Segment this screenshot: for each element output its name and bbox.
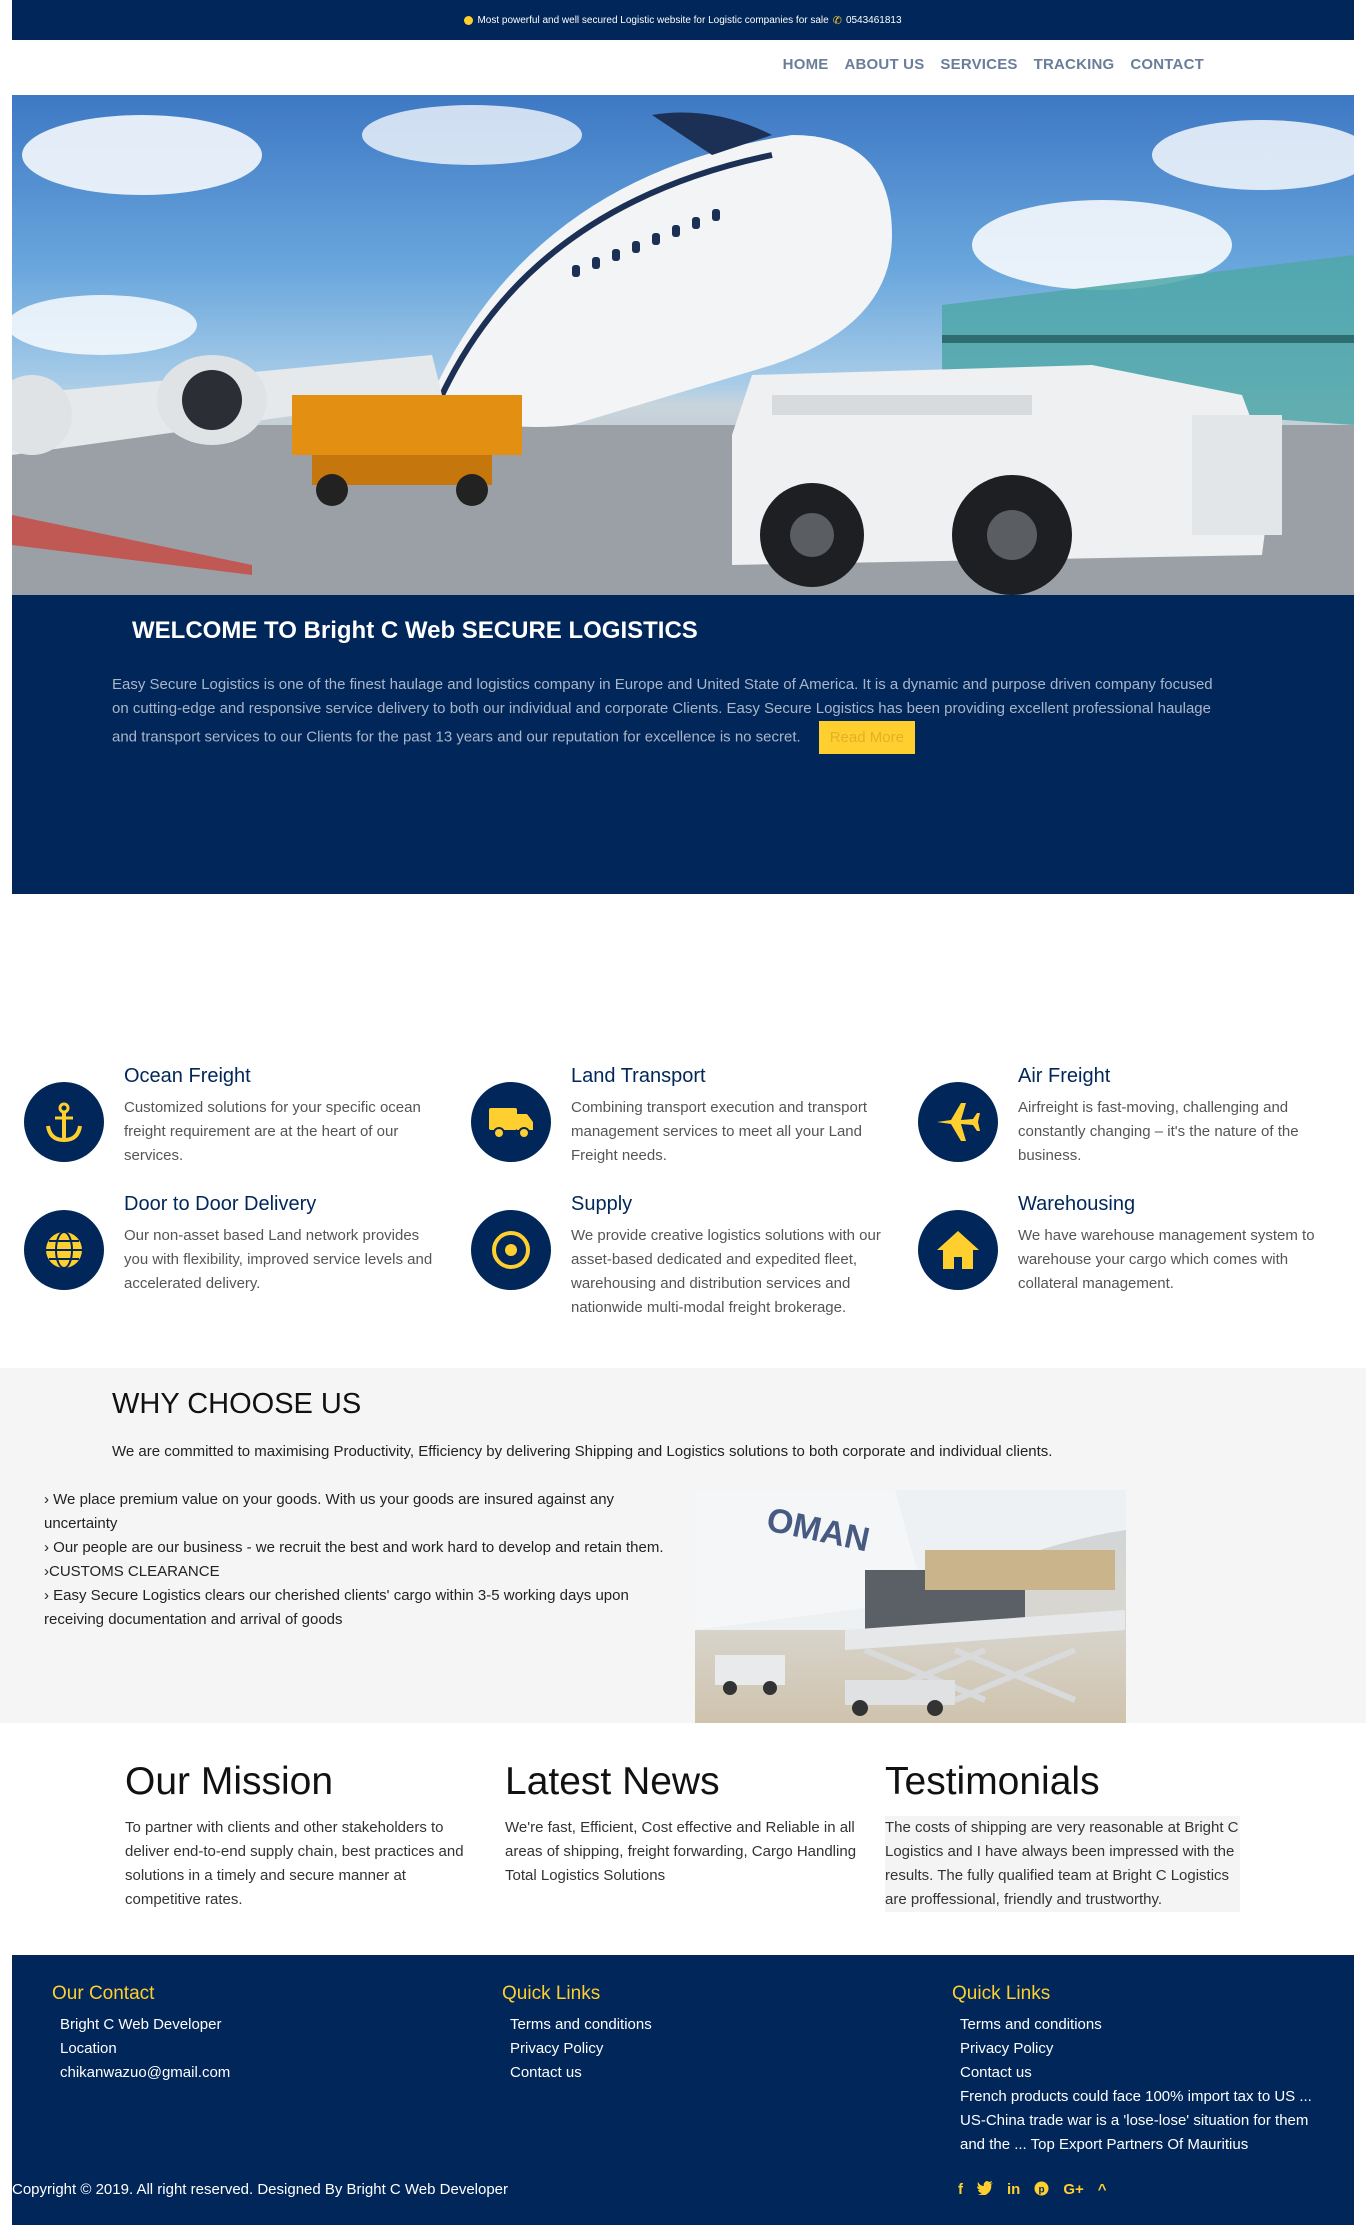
scroll-top-icon[interactable]: ^ [1098, 2181, 1107, 2200]
testimonials-column: Testimonials The costs of shipping are v… [885, 1760, 1240, 1912]
contact-name: Bright C Web Developer [60, 2016, 222, 2033]
service-text: Combining transport execution and transp… [571, 1099, 868, 1164]
news-link[interactable]: US-China trade war is a 'lose-lose' situ… [960, 2109, 1312, 2133]
service-text: Customized solutions for your specific o… [124, 1099, 421, 1164]
read-more-button[interactable]: Read More [818, 721, 915, 754]
welcome-section: WELCOME TO Bright C Web SECURE LOGISTICS… [12, 595, 1354, 894]
contact-us-link[interactable]: Contact us [510, 2061, 652, 2085]
nav-about[interactable]: ABOUT US [844, 56, 924, 73]
welcome-body: Easy Secure Logistics is one of the fine… [112, 676, 1213, 746]
news-column: Latest News We're fast, Efficient, Cost … [505, 1760, 860, 1888]
hero-image [12, 95, 1354, 595]
twitter-icon[interactable] [977, 2181, 993, 2200]
cargo-loading-photo: OMAN [695, 1490, 1126, 1723]
footer-quick-links-2: Quick Links Terms and conditions Privacy… [952, 1983, 1312, 2157]
airport-illustration [12, 105, 1354, 595]
info-icon [464, 15, 474, 25]
why-lead: We are committed to maximising Productiv… [112, 1443, 1053, 1460]
phone-icon: ✆ [832, 14, 842, 27]
main-nav: HOME ABOUT US SERVICES TRACKING CONTACT [783, 56, 1204, 73]
service-title: Door to Door Delivery [124, 1193, 317, 1215]
info-columns: Our Mission To partner with clients and … [0, 1760, 1366, 1955]
chevron-right-icon: › [44, 1539, 49, 1556]
anchor-icon [24, 1082, 104, 1162]
terms-link[interactable]: Terms and conditions [510, 2013, 652, 2037]
service-title: Land Transport [571, 1065, 706, 1087]
service-text: Airfreight is fast-moving, challenging a… [1018, 1099, 1299, 1164]
list-item: ›CUSTOMS CLEARANCE [44, 1563, 220, 1580]
nav-services[interactable]: SERVICES [940, 56, 1017, 73]
list-item: › We place premium value on your goods. … [44, 1491, 615, 1532]
chevron-right-icon: › [44, 1587, 49, 1604]
terms-link[interactable]: Terms and conditions [960, 2013, 1312, 2037]
nav-contact[interactable]: CONTACT [1130, 56, 1204, 73]
service-title: Supply [571, 1193, 633, 1215]
globe-icon [24, 1210, 104, 1290]
mission-column: Our Mission To partner with clients and … [125, 1760, 480, 1912]
nav-tracking[interactable]: TRACKING [1034, 56, 1115, 73]
nav-home[interactable]: HOME [783, 56, 829, 73]
service-text: We provide creative logistics solutions … [571, 1227, 881, 1316]
target-icon [471, 1210, 551, 1290]
news-title: Latest News [505, 1760, 720, 1803]
truck-icon [471, 1082, 551, 1162]
mission-title: Our Mission [125, 1760, 334, 1803]
chevron-right-icon: › [44, 1491, 49, 1508]
plane-icon [918, 1082, 998, 1162]
service-text: Our non-asset based Land network provide… [124, 1227, 433, 1292]
welcome-title: WELCOME TO Bright C Web SECURE LOGISTICS [132, 617, 698, 644]
why-choose-us-section: WHY CHOOSE US We are committed to maximi… [0, 1368, 1366, 1723]
contact-email-link[interactable]: chikanwazuo@gmail.com [60, 2061, 230, 2085]
google-plus-icon[interactable]: G+ [1063, 2181, 1083, 2200]
testimonial-text: The costs of shipping are very reasonabl… [885, 1816, 1240, 1912]
list-item: › Our people are our business - we recru… [44, 1539, 664, 1556]
service-title: Air Freight [1018, 1065, 1111, 1087]
why-title: WHY CHOOSE US [112, 1388, 362, 1420]
service-title: Warehousing [1018, 1193, 1136, 1215]
mission-text: To partner with clients and other stakeh… [125, 1819, 464, 1908]
home-icon [918, 1210, 998, 1290]
service-text: We have warehouse management system to w… [1018, 1227, 1315, 1292]
linkedin-icon[interactable]: in [1007, 2181, 1020, 2200]
topbar-phone: 0543461813 [845, 14, 902, 26]
news-link[interactable]: and the ... Top Export Partners Of Mauri… [960, 2133, 1312, 2157]
social-links: f in p G+ ^ [958, 2181, 1107, 2200]
privacy-link[interactable]: Privacy Policy [510, 2037, 652, 2061]
list-item: › Easy Secure Logistics clears our cheri… [44, 1587, 629, 1628]
footer-contact: Our Contact Bright C Web Developer Locat… [52, 1983, 230, 2085]
welcome-text: Easy Secure Logistics is one of the fine… [112, 673, 1222, 754]
news-link[interactable]: French products could face 100% import t… [960, 2085, 1312, 2109]
testimonials-title: Testimonials [885, 1760, 1100, 1803]
why-list: › We place premium value on your goods. … [44, 1488, 674, 1632]
footer: Our Contact Bright C Web Developer Locat… [12, 1955, 1354, 2225]
news-text: We're fast, Efficient, Cost effective an… [505, 1819, 857, 1884]
facebook-icon[interactable]: f [958, 2181, 963, 2200]
quick-links-title: Quick Links [952, 1983, 1051, 2004]
footer-quick-links-1: Quick Links Terms and conditions Privacy… [502, 1983, 652, 2085]
pinterest-icon[interactable]: p [1034, 2181, 1049, 2200]
service-title: Ocean Freight [124, 1065, 251, 1087]
contact-location: Location [60, 2040, 117, 2057]
topbar-text: Most powerful and well secured Logistic … [477, 14, 829, 26]
top-bar: Most powerful and well secured Logistic … [12, 0, 1354, 40]
copyright-text: Copyright © 2019. All right reserved. De… [12, 2181, 509, 2198]
svg-text:p: p [1039, 2185, 1045, 2196]
privacy-link[interactable]: Privacy Policy [960, 2037, 1312, 2061]
quick-links-title: Quick Links [502, 1983, 601, 2004]
contact-us-link[interactable]: Contact us [960, 2061, 1312, 2085]
footer-contact-title: Our Contact [52, 1983, 155, 2004]
